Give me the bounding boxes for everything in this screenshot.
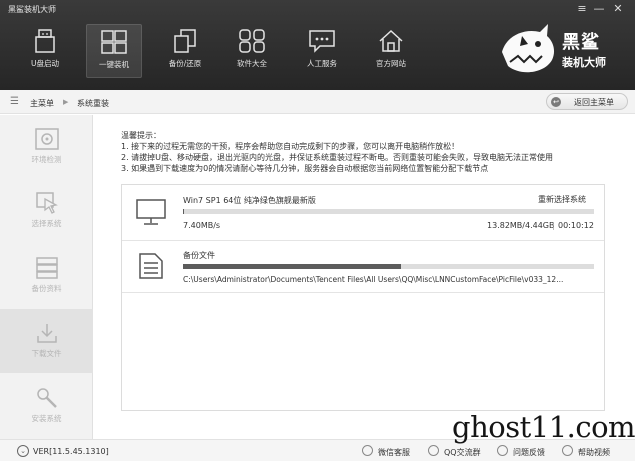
tips-section: 温馨提示： 1. 接下来的过程无需您的干预，程序会帮助您自动完成剩下的步骤，您可… bbox=[121, 130, 553, 174]
qq-icon bbox=[428, 445, 439, 456]
step-label: 环境检测 bbox=[31, 155, 62, 164]
windows-icon bbox=[101, 30, 127, 54]
step-backup-data: 备份资料 bbox=[0, 244, 93, 308]
task-panel: Win7 SP1 64位 纯净绿色旗舰最新版 重新选择系统 7.40MB/s 1… bbox=[121, 184, 605, 411]
title-bar: 黑鲨装机大师 ≡ — ✕ U盘启动 一键装机 备份/还原 软件大全 人工服务 官… bbox=[0, 0, 635, 90]
help-video-icon bbox=[562, 445, 573, 456]
wechat-icon bbox=[362, 445, 373, 456]
backup-icon bbox=[174, 29, 196, 53]
backup-progress-fill bbox=[183, 264, 401, 269]
back-button-label: 返回主菜单 bbox=[574, 98, 614, 107]
chevron-down-icon[interactable]: ⌄ bbox=[17, 445, 29, 457]
step-label: 选择系统 bbox=[31, 219, 62, 228]
document-icon bbox=[139, 253, 163, 279]
watermark: ghost11.com bbox=[452, 410, 635, 444]
nav-label: 官方网站 bbox=[376, 59, 406, 68]
tip-line: 3. 如果遇到下载速度为0的情况请耐心等待几分钟，服务器会自动根据您当前网络位置… bbox=[121, 164, 489, 173]
usb-icon bbox=[35, 29, 55, 53]
nav-one-click-install[interactable]: 一键装机 bbox=[86, 24, 142, 78]
wechat-support-link[interactable]: 微信客服 bbox=[378, 447, 410, 458]
install-icon bbox=[36, 388, 57, 408]
nav-label: 软件大全 bbox=[237, 59, 267, 68]
brand-logo: 黑鲨 装机大师 bbox=[498, 22, 630, 78]
monitor-icon bbox=[136, 199, 166, 225]
select-system-icon bbox=[35, 192, 58, 214]
download-progress-bar bbox=[183, 209, 594, 214]
logo-title: 黑鲨 bbox=[562, 32, 600, 53]
nav-label: 备份/还原 bbox=[168, 59, 202, 68]
feedback-icon bbox=[497, 445, 508, 456]
home-icon bbox=[379, 29, 403, 52]
back-arrow-icon: ↩ bbox=[551, 97, 561, 107]
download-row: Win7 SP1 64位 纯净绿色旗舰最新版 重新选择系统 7.40MB/s 1… bbox=[122, 185, 604, 241]
backup-label: 备份文件 bbox=[183, 251, 215, 260]
backup-file-path: C:\Users\Administrator\Documents\Tencent… bbox=[183, 275, 564, 284]
system-name: Win7 SP1 64位 纯净绿色旗舰最新版 bbox=[183, 196, 316, 205]
qq-group-link[interactable]: QQ交流群 bbox=[444, 447, 481, 458]
breadcrumb-root[interactable]: 主菜单 bbox=[30, 98, 54, 109]
step-label: 备份资料 bbox=[31, 284, 62, 293]
step-environment-check: 环境检测 bbox=[0, 115, 93, 179]
nav-label: 一键装机 bbox=[99, 60, 129, 69]
menu-button[interactable]: ≡ bbox=[574, 2, 590, 15]
stat-divider: | bbox=[552, 221, 555, 230]
logo-subtitle: 装机大师 bbox=[562, 56, 606, 69]
breadcrumb-current: 系统重装 bbox=[77, 99, 109, 108]
feedback-link[interactable]: 问题反馈 bbox=[513, 447, 545, 458]
backup-row: 备份文件 C:\Users\Administrator\Documents\Te… bbox=[122, 241, 604, 293]
shark-logo-icon bbox=[502, 24, 555, 73]
help-video-link[interactable]: 帮助视频 bbox=[578, 447, 610, 458]
version-text: VER[11.5.45.1310] bbox=[33, 447, 109, 456]
nav-website[interactable]: 官方网站 bbox=[363, 24, 419, 78]
breadcrumb: ☰ 主菜单 ▶ 系统重装 ↩ 返回主菜单 bbox=[0, 90, 635, 114]
tips-title: 温馨提示： bbox=[121, 131, 161, 140]
step-label: 安装系统 bbox=[31, 414, 62, 423]
environment-check-icon bbox=[34, 128, 59, 150]
download-size: 13.82MB/4.44GB bbox=[487, 221, 555, 230]
step-download-files: 下载文件 bbox=[0, 309, 93, 373]
nav-usb-boot[interactable]: U盘启动 bbox=[17, 24, 73, 78]
hamburger-icon: ☰ bbox=[10, 96, 19, 107]
chat-icon bbox=[309, 30, 335, 53]
breadcrumb-arrow-icon: ▶ bbox=[63, 98, 69, 106]
nav-software[interactable]: 软件大全 bbox=[224, 24, 280, 78]
nav-backup-restore[interactable]: 备份/还原 bbox=[157, 24, 213, 78]
close-button[interactable]: ✕ bbox=[610, 2, 626, 15]
app-title: 黑鲨装机大师 bbox=[8, 5, 56, 14]
nav-support[interactable]: 人工服务 bbox=[294, 24, 350, 78]
step-sidebar: 环境检测 选择系统 备份资料 下载文件 安装系统 bbox=[0, 115, 93, 439]
step-install-system: 安装系统 bbox=[0, 374, 93, 438]
nav-label: 人工服务 bbox=[307, 59, 337, 68]
step-label: 下载文件 bbox=[31, 349, 62, 358]
back-to-main-menu-button[interactable]: ↩ 返回主菜单 bbox=[546, 93, 628, 110]
backup-data-icon bbox=[35, 257, 58, 279]
tip-line: 2. 请拔掉U盘、移动硬盘，退出光驱内的光盘，并保证系统重装过程不断电。否则重装… bbox=[121, 153, 554, 162]
apps-icon bbox=[239, 29, 265, 53]
step-select-system: 选择系统 bbox=[0, 179, 93, 243]
reselect-system-link[interactable]: 重新选择系统 bbox=[538, 194, 586, 205]
download-icon bbox=[36, 324, 57, 343]
download-time: 00:10:12 bbox=[558, 221, 594, 230]
download-progress-fill bbox=[183, 209, 185, 214]
backup-progress-bar bbox=[183, 264, 594, 269]
tip-line: 1. 接下来的过程无需您的干预，程序会帮助您自动完成剩下的步骤，您可以离开电脑稍… bbox=[121, 142, 460, 151]
nav-label: U盘启动 bbox=[31, 59, 59, 68]
minimize-button[interactable]: — bbox=[591, 2, 607, 15]
download-speed: 7.40MB/s bbox=[183, 221, 221, 230]
